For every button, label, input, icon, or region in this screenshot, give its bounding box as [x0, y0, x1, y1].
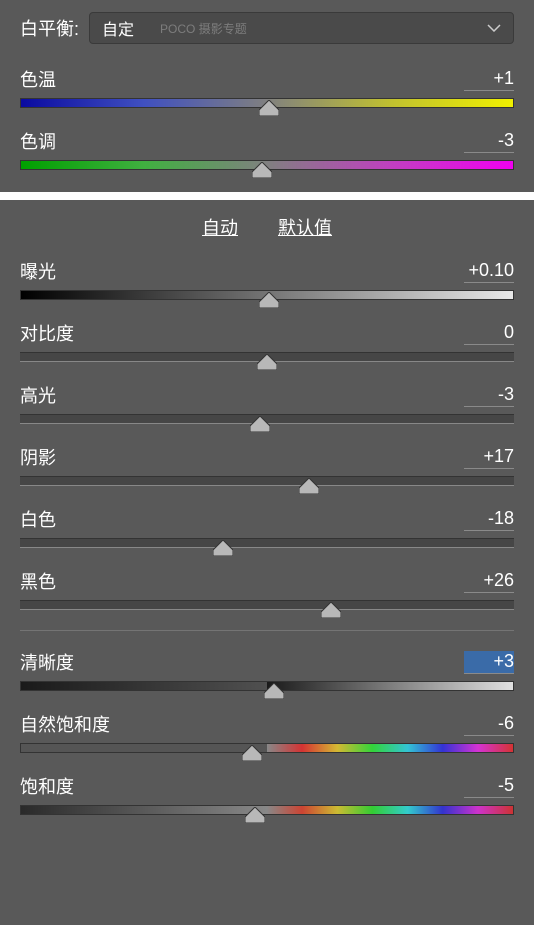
- exposure-label: 曝光: [20, 258, 56, 284]
- saturation-label: 饱和度: [20, 773, 74, 799]
- vibrance-thumb[interactable]: [242, 745, 262, 761]
- exposure-slider-row: 曝光 +0.10: [20, 258, 514, 300]
- clarity-value[interactable]: +3: [464, 651, 514, 674]
- auto-link[interactable]: 自动: [202, 214, 238, 240]
- shadows-label: 阴影: [20, 444, 56, 470]
- tint-label: 色调: [20, 128, 56, 154]
- shadows-thumb[interactable]: [299, 478, 319, 494]
- contrast-thumb[interactable]: [257, 354, 277, 370]
- vibrance-label: 自然饱和度: [20, 711, 110, 737]
- highlights-thumb[interactable]: [250, 416, 270, 432]
- temperature-slider[interactable]: [20, 98, 514, 108]
- tint-thumb[interactable]: [252, 162, 272, 178]
- default-link[interactable]: 默认值: [278, 214, 332, 240]
- exposure-thumb[interactable]: [259, 292, 279, 308]
- vibrance-slider-row: 自然饱和度 -6: [20, 711, 514, 753]
- contrast-slider[interactable]: [20, 352, 514, 362]
- blacks-label: 黑色: [20, 568, 56, 594]
- saturation-slider[interactable]: [20, 805, 514, 815]
- blacks-thumb[interactable]: [321, 602, 341, 618]
- clarity-slider[interactable]: [20, 681, 514, 691]
- white-balance-row: 白平衡: 自定 POCO 摄影专题: [20, 12, 514, 44]
- whites-slider[interactable]: [20, 538, 514, 548]
- whites-label: 白色: [20, 506, 56, 532]
- saturation-value[interactable]: -5: [464, 775, 514, 798]
- blacks-slider[interactable]: [20, 600, 514, 610]
- temperature-slider-row: 色温 +1: [20, 66, 514, 108]
- links-row: 自动 默认值: [20, 200, 514, 258]
- whites-thumb[interactable]: [213, 540, 233, 556]
- shadows-slider[interactable]: [20, 476, 514, 486]
- contrast-label: 对比度: [20, 320, 74, 346]
- clarity-thumb[interactable]: [264, 683, 284, 699]
- blacks-value[interactable]: +26: [464, 570, 514, 593]
- saturation-thumb[interactable]: [245, 807, 265, 823]
- vibrance-slider[interactable]: [20, 743, 514, 753]
- watermark-text: POCO 摄影专题: [160, 20, 247, 37]
- blacks-slider-row: 黑色 +26: [20, 568, 514, 610]
- exposure-value[interactable]: +0.10: [464, 260, 514, 283]
- basic-section: 自动 默认值 曝光 +0.10 对比度 0 高光 -3: [0, 200, 534, 831]
- white-balance-selected: 自定: [102, 16, 134, 40]
- contrast-slider-row: 对比度 0: [20, 320, 514, 362]
- highlights-value[interactable]: -3: [464, 384, 514, 407]
- tint-value[interactable]: -3: [464, 130, 514, 153]
- chevron-down-icon: [487, 19, 501, 37]
- clarity-label: 清晰度: [20, 649, 74, 675]
- temperature-thumb[interactable]: [259, 100, 279, 116]
- tint-slider-row: 色调 -3: [20, 128, 514, 170]
- shadows-value[interactable]: +17: [464, 446, 514, 469]
- white-balance-dropdown[interactable]: 自定 POCO 摄影专题: [89, 12, 514, 44]
- section-divider-white: [0, 192, 534, 200]
- vibrance-value[interactable]: -6: [464, 713, 514, 736]
- tint-slider[interactable]: [20, 160, 514, 170]
- temperature-label: 色温: [20, 66, 56, 92]
- whites-slider-row: 白色 -18: [20, 506, 514, 548]
- shadows-slider-row: 阴影 +17: [20, 444, 514, 486]
- highlights-label: 高光: [20, 382, 56, 408]
- temperature-value[interactable]: +1: [464, 68, 514, 91]
- exposure-slider[interactable]: [20, 290, 514, 300]
- contrast-value[interactable]: 0: [464, 322, 514, 345]
- whites-value[interactable]: -18: [464, 508, 514, 531]
- white-balance-section: 白平衡: 自定 POCO 摄影专题 色温 +1 色调 -3: [0, 0, 534, 192]
- highlights-slider[interactable]: [20, 414, 514, 424]
- highlights-slider-row: 高光 -3: [20, 382, 514, 424]
- section-divider: [20, 630, 514, 631]
- clarity-slider-row: 清晰度 +3: [20, 649, 514, 691]
- white-balance-label: 白平衡:: [20, 15, 79, 41]
- saturation-slider-row: 饱和度 -5: [20, 773, 514, 815]
